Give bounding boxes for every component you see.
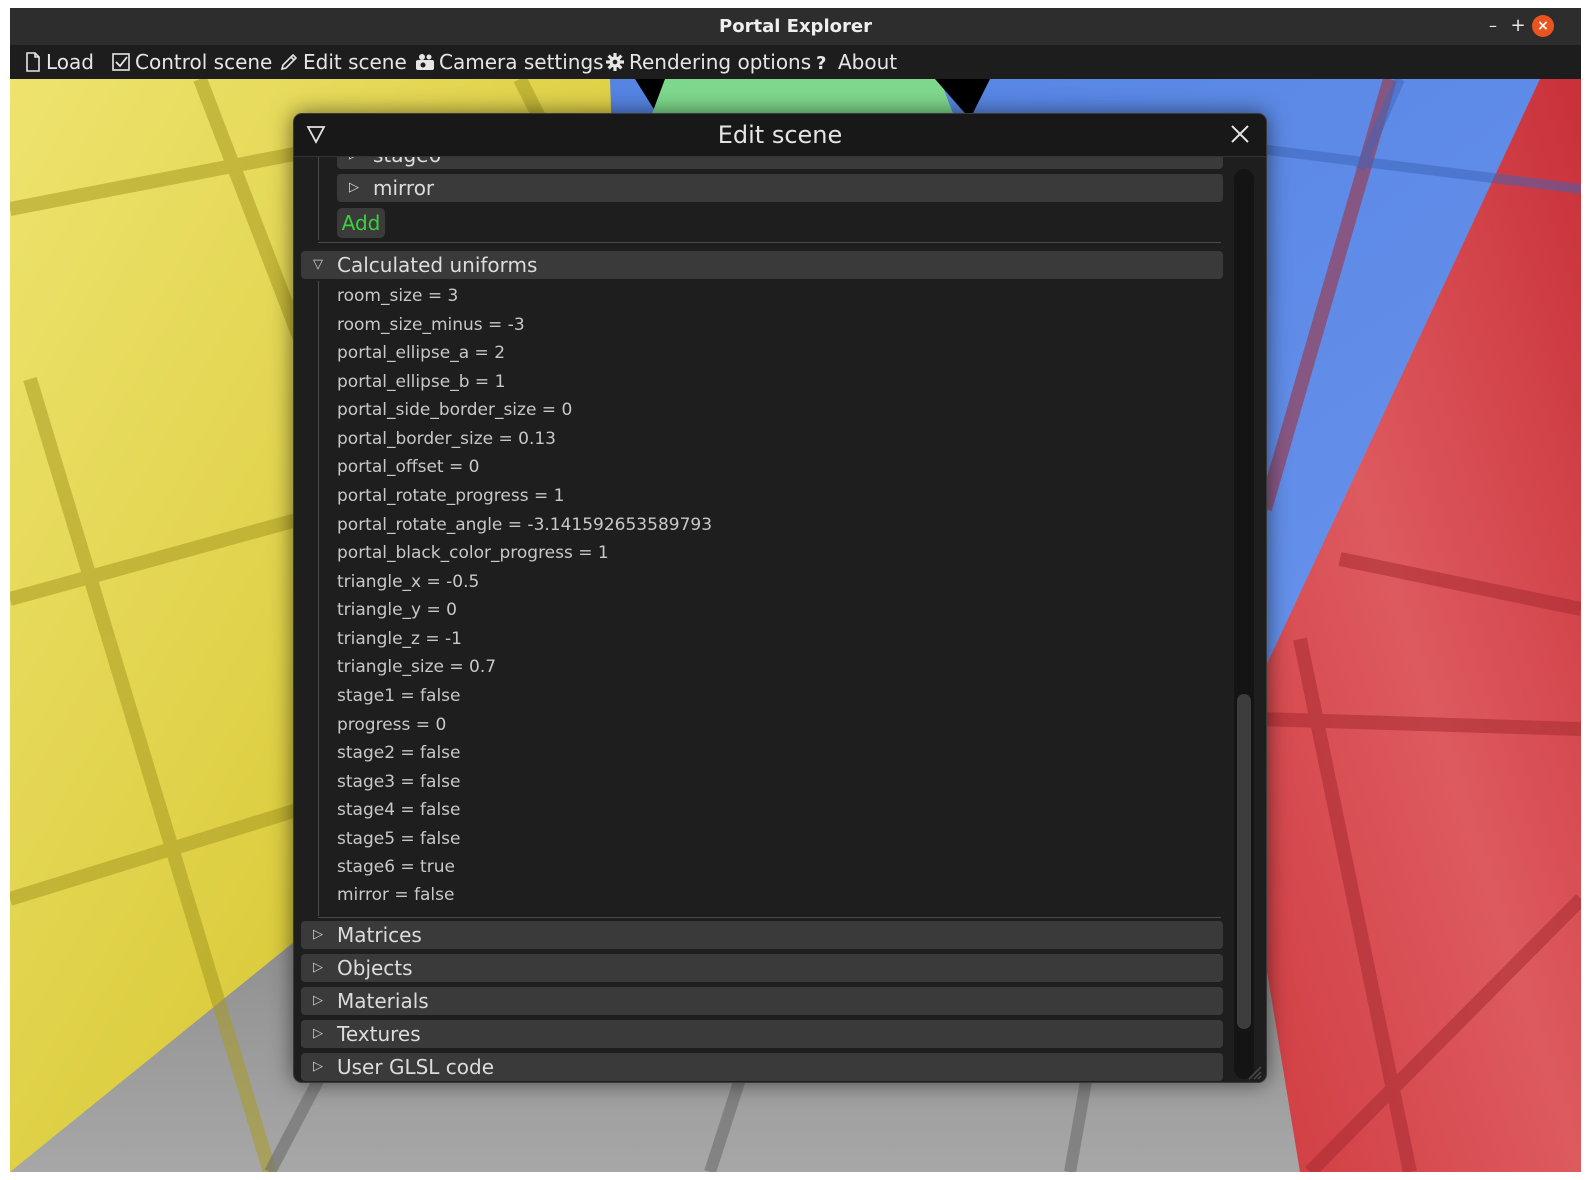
expand-arrow-icon: ▷	[349, 157, 359, 169]
expand-arrow-icon: ▷	[313, 927, 323, 942]
tree-item-stage6[interactable]: ▷ stage6	[337, 157, 1223, 169]
edit-scene-dialog: Edit scene ▷ stage6 ▷ mirror Add ▽ Calcu…	[293, 113, 1267, 1083]
uniform-item: stage3 = false	[337, 772, 461, 792]
section-user-glsl-code-label: User GLSL code	[337, 1055, 495, 1079]
section-objects[interactable]: ▷ Objects	[301, 954, 1223, 982]
vertical-scrollbar[interactable]	[1234, 169, 1254, 1079]
menu-rendering-options-label: Rendering options	[629, 50, 812, 74]
uniform-item: stage4 = false	[337, 800, 461, 820]
dialog-title: Edit scene	[717, 121, 843, 149]
section-calculated-uniforms-label: Calculated uniforms	[337, 253, 538, 277]
checkbox-icon	[112, 53, 130, 71]
menu-about[interactable]: ? About	[816, 49, 897, 75]
uniform-item: progress = 0	[337, 715, 447, 735]
expand-arrow-icon: ▷	[313, 1026, 323, 1041]
gear-icon	[606, 53, 624, 71]
uniform-item: portal_black_color_progress = 1	[337, 543, 609, 563]
uniform-item: portal_ellipse_b = 1	[337, 372, 506, 392]
expand-arrow-icon: ▽	[313, 257, 323, 272]
uniform-item: mirror = false	[337, 885, 455, 905]
window-title: Portal Explorer	[719, 16, 872, 37]
uniform-item: room_size_minus = -3	[337, 315, 525, 335]
app-window: Portal Explorer – + × Load Control scene…	[10, 8, 1581, 1172]
section-divider	[318, 242, 1221, 243]
menu-about-label: About	[838, 50, 898, 74]
expand-arrow-icon: ▷	[313, 993, 323, 1008]
camera-icon	[416, 54, 434, 70]
expand-arrow-icon: ▷	[313, 1059, 323, 1074]
tree-guide-line	[318, 157, 319, 240]
file-icon	[26, 52, 40, 72]
menu-control-scene-label: Control scene	[135, 50, 273, 74]
section-user-glsl-code[interactable]: ▷ User GLSL code	[301, 1053, 1223, 1081]
uniform-item: room_size = 3	[337, 286, 459, 306]
uniform-item: portal_border_size = 0.13	[337, 429, 556, 449]
menu-load-label: Load	[46, 50, 94, 74]
pencil-icon	[280, 53, 298, 71]
uniform-item: stage5 = false	[337, 829, 461, 849]
section-textures[interactable]: ▷ Textures	[301, 1020, 1223, 1048]
menu-bar: Load Control scene Edit scene Camera set…	[10, 45, 1581, 79]
uniform-item: stage1 = false	[337, 686, 461, 706]
menu-load[interactable]: Load	[24, 49, 94, 75]
menu-camera-settings[interactable]: Camera settings	[415, 49, 604, 75]
uniform-item: stage2 = false	[337, 743, 461, 763]
uniform-item: portal_rotate_angle = -3.141592653589793	[337, 515, 713, 535]
uniform-item: portal_ellipse_a = 2	[337, 343, 506, 363]
tree-guide-line	[318, 281, 319, 916]
section-divider	[318, 917, 1221, 918]
menu-edit-scene-label: Edit scene	[303, 50, 407, 74]
uniform-item: triangle_y = 0	[337, 600, 457, 620]
resize-grip-icon[interactable]	[1246, 1064, 1262, 1080]
expand-arrow-icon: ▷	[349, 180, 359, 195]
section-calculated-uniforms[interactable]: ▽ Calculated uniforms	[301, 251, 1223, 279]
dialog-content[interactable]: ▷ stage6 ▷ mirror Add ▽ Calculated unifo…	[294, 157, 1266, 1082]
add-button[interactable]: Add	[337, 208, 385, 238]
maximize-button[interactable]: +	[1507, 15, 1529, 37]
section-materials-label: Materials	[337, 989, 429, 1013]
section-matrices[interactable]: ▷ Matrices	[301, 921, 1223, 949]
section-matrices-label: Matrices	[337, 923, 422, 947]
uniform-item: portal_offset = 0	[337, 457, 480, 477]
tree-item-stage6-label: stage6	[373, 157, 441, 169]
uniform-item: triangle_z = -1	[337, 629, 462, 649]
close-icon[interactable]	[1230, 124, 1250, 144]
dialog-title-bar[interactable]: Edit scene	[294, 114, 1266, 157]
minimize-button[interactable]: –	[1482, 15, 1504, 37]
uniform-item: triangle_x = -0.5	[337, 572, 480, 592]
scrollbar-thumb[interactable]	[1237, 694, 1251, 1029]
tree-item-mirror[interactable]: ▷ mirror	[337, 174, 1223, 202]
tree-item-mirror-label: mirror	[373, 176, 435, 200]
uniform-item: portal_side_border_size = 0	[337, 400, 573, 420]
menu-edit-scene[interactable]: Edit scene	[279, 49, 407, 75]
section-objects-label: Objects	[337, 956, 413, 980]
close-window-button[interactable]: ×	[1532, 15, 1554, 37]
menu-camera-settings-label: Camera settings	[439, 50, 604, 74]
question-icon: ?	[816, 53, 827, 74]
section-textures-label: Textures	[337, 1022, 421, 1046]
title-bar[interactable]: Portal Explorer – + ×	[10, 8, 1581, 45]
uniform-item: triangle_size = 0.7	[337, 657, 497, 677]
expand-arrow-icon: ▷	[313, 960, 323, 975]
section-materials[interactable]: ▷ Materials	[301, 987, 1223, 1015]
menu-rendering-options[interactable]: Rendering options	[605, 49, 811, 75]
menu-control-scene[interactable]: Control scene	[111, 49, 272, 75]
uniform-item: portal_rotate_progress = 1	[337, 486, 565, 506]
uniform-item: stage6 = true	[337, 857, 455, 877]
